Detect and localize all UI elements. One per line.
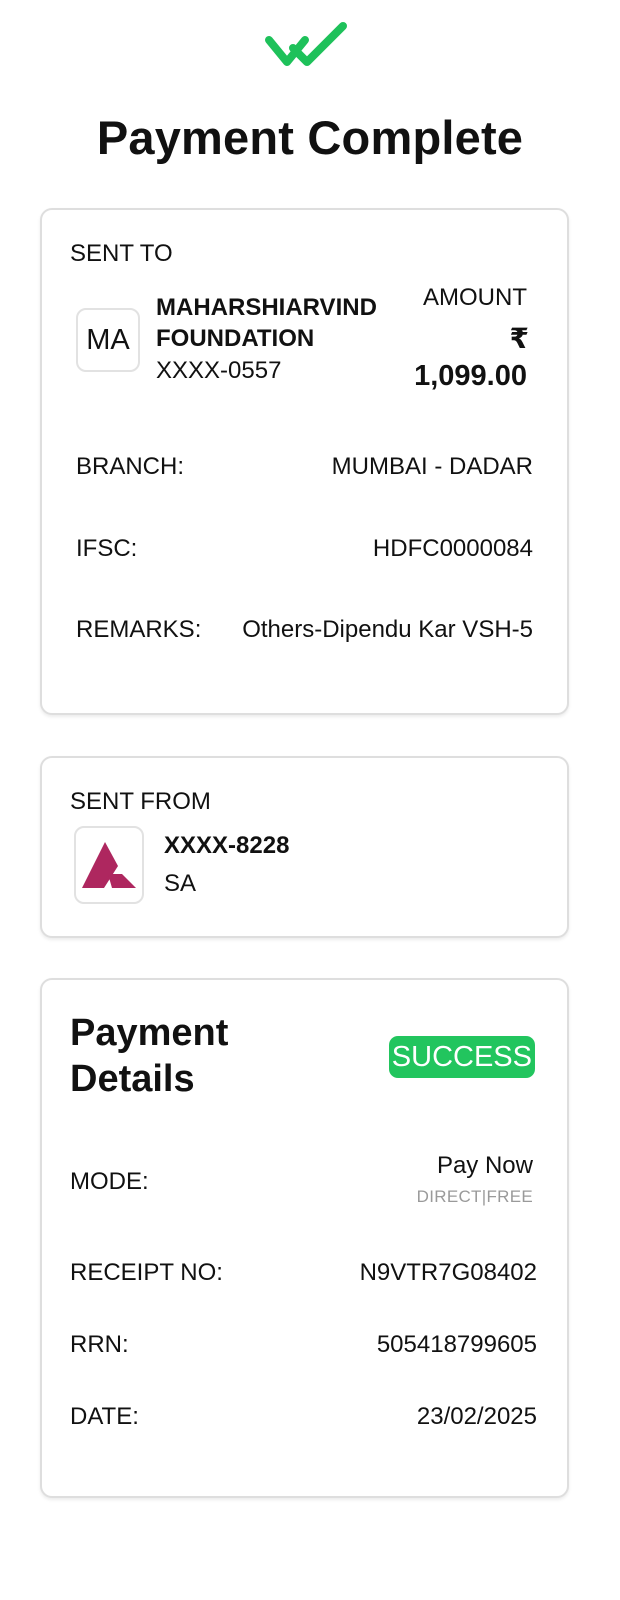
page-title: Payment Complete — [96, 111, 524, 164]
ifsc-label: IFSC: — [76, 535, 138, 562]
payee-avatar: MA — [76, 308, 140, 372]
mode-value: Pay Now — [436, 1152, 533, 1179]
mode-label: MODE: — [70, 1168, 149, 1195]
receipt-value: N9VTR7G08402 — [359, 1259, 537, 1286]
axis-bank-logo-icon — [74, 826, 144, 904]
remarks-value: Others-Dipendu Kar VSH-5 — [242, 616, 533, 643]
amount-value: 1,099.00 — [414, 360, 527, 392]
sent-to-card: SENT TO MA MAHARSHIARVIND FOUNDATION XXX… — [40, 208, 569, 715]
status-badge: SUCCESS — [388, 1036, 535, 1078]
date-value: 23/02/2025 — [416, 1403, 537, 1430]
mode-sub: DIRECT|FREE — [416, 1187, 533, 1206]
double-check-icon — [263, 18, 351, 70]
payee-name: MAHARSHIARVIND FOUNDATION — [156, 294, 377, 352]
rrn-label: RRN: — [70, 1331, 129, 1358]
date-label: DATE: — [70, 1403, 139, 1430]
amount-label: AMOUNT — [423, 284, 527, 311]
sent-from-label: SENT FROM — [70, 788, 211, 815]
remarks-label: REMARKS: — [76, 616, 202, 643]
sent-from-card: SENT FROM XXXX-8228 SA — [40, 756, 569, 938]
rupee-icon: ₹ — [509, 323, 529, 354]
rrn-value: 505418799605 — [376, 1331, 537, 1358]
receipt-label: RECEIPT NO: — [70, 1259, 223, 1286]
payee-account: XXXX-0557 — [156, 357, 282, 384]
sent-to-label: SENT TO — [70, 240, 173, 267]
payment-details-card: Payment Details SUCCESS MODE: Pay Now DI… — [40, 978, 569, 1498]
payment-details-title: Payment Details — [70, 1012, 229, 1100]
from-account-type: SA — [164, 870, 197, 897]
branch-label: BRANCH: — [76, 453, 185, 480]
ifsc-value: HDFC0000084 — [372, 535, 533, 562]
from-account: XXXX-8228 — [164, 832, 290, 859]
branch-value: MUMBAI - DADAR — [331, 453, 533, 480]
